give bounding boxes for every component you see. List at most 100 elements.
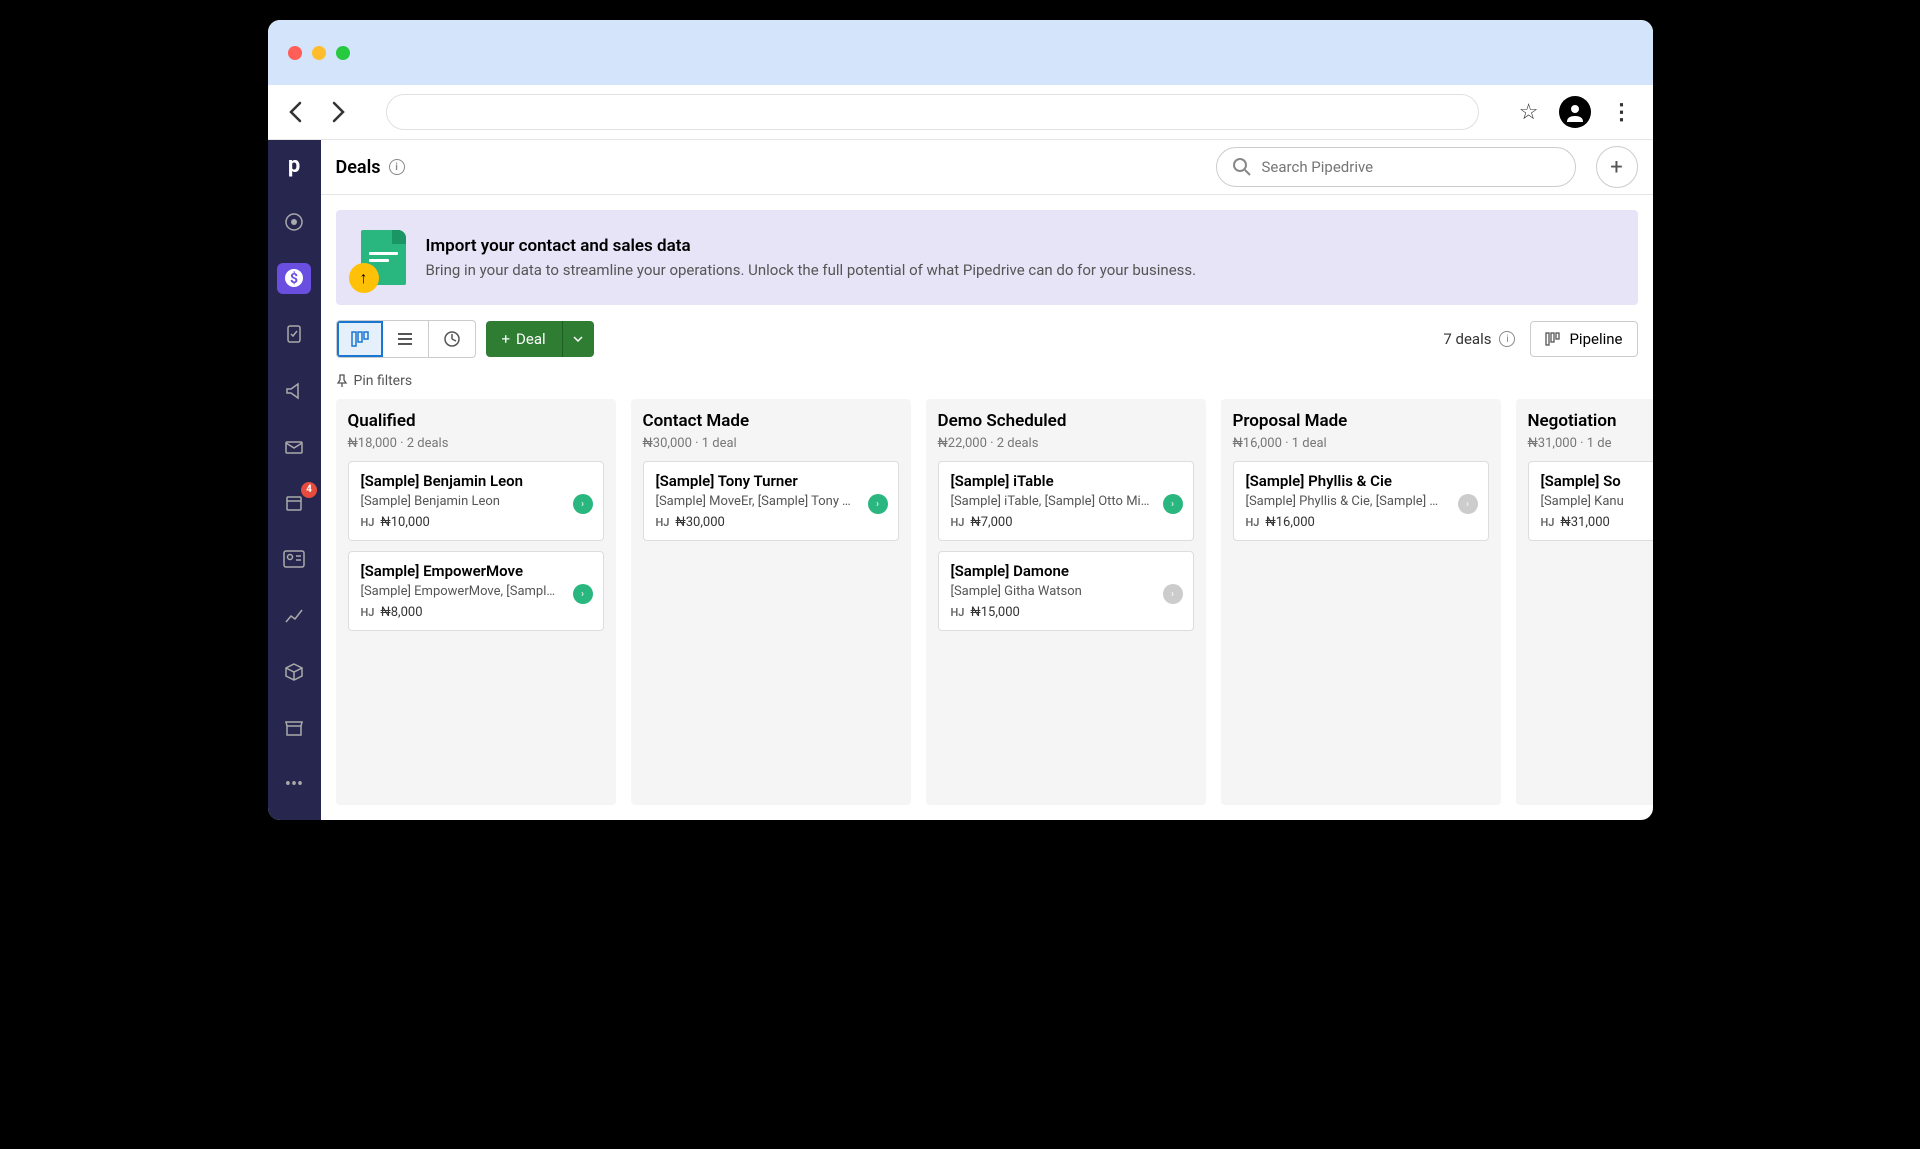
card-subtitle: [Sample] MoveEr, [Sample] Tony Turner — [656, 494, 886, 509]
card-subtitle: [Sample] iTable, [Sample] Otto Miller — [951, 494, 1181, 509]
forecast-view-button[interactable] — [429, 321, 475, 357]
chevron-down-icon — [573, 336, 583, 342]
pipeline-selector-label: Pipeline — [1569, 330, 1622, 348]
maximize-window-button[interactable] — [336, 46, 350, 60]
back-button[interactable] — [288, 101, 302, 123]
deals-info-icon[interactable]: i — [1499, 331, 1515, 347]
megaphone-icon — [284, 381, 304, 401]
pin-filters[interactable]: Pin filters — [321, 373, 1653, 399]
sidebar-item-marketplace[interactable] — [277, 713, 311, 744]
window-titlebar — [268, 20, 1653, 85]
card-title: [Sample] iTable — [951, 472, 1181, 490]
pipeline-view-button[interactable] — [337, 321, 383, 357]
sidebar-more-button[interactable]: ••• — [277, 769, 311, 800]
card-subtitle: [Sample] EmpowerMove, [Sample] Gi... — [361, 584, 591, 599]
search-box[interactable] — [1216, 147, 1576, 187]
kanban-toolbar: + Deal 7 deals i Pipeline — [321, 320, 1653, 373]
kanban-column: Proposal Made ₦16,000 · 1 deal [Sample] … — [1221, 399, 1501, 805]
card-title: [Sample] Tony Turner — [656, 472, 886, 490]
target-icon — [284, 212, 304, 232]
sidebar-item-products[interactable] — [277, 656, 311, 687]
kanban-board[interactable]: Qualified ₦18,000 · 2 deals [Sample] Ben… — [321, 399, 1653, 820]
toolbar-right: 7 deals i Pipeline — [1443, 321, 1637, 357]
card-status-icon: › — [1163, 584, 1183, 604]
owner-badge: HJ — [951, 516, 965, 529]
deal-card[interactable]: [Sample] Phyllis & Cie [Sample] Phyllis … — [1233, 461, 1489, 541]
minimize-window-button[interactable] — [312, 46, 326, 60]
forecast-icon — [443, 330, 461, 348]
pipeline-selector-icon — [1545, 331, 1561, 347]
sidebar-item-projects[interactable] — [277, 319, 311, 350]
column-title: Qualified — [348, 411, 604, 431]
kanban-column: Negotiation ₦31,000 · 1 de [Sample] So [… — [1516, 399, 1653, 805]
store-icon — [284, 718, 304, 738]
pin-filters-label: Pin filters — [354, 373, 413, 389]
column-meta: ₦30,000 · 1 deal — [643, 436, 899, 451]
search-input[interactable] — [1262, 158, 1560, 176]
card-value: HJ ₦10,000 — [361, 515, 591, 530]
sidebar-item-mail[interactable] — [277, 431, 311, 462]
card-subtitle: [Sample] Githa Watson — [951, 584, 1181, 599]
card-amount: ₦8,000 — [380, 605, 422, 620]
card-amount: ₦15,000 — [970, 605, 1019, 620]
browser-actions: ☆ ⋮ — [1519, 96, 1633, 128]
page-title-text: Deals — [336, 157, 381, 178]
sidebar-item-campaigns[interactable] — [277, 375, 311, 406]
svg-text:$: $ — [290, 270, 298, 287]
sidebar-item-insights[interactable] — [277, 600, 311, 631]
kanban-column: Qualified ₦18,000 · 2 deals [Sample] Ben… — [336, 399, 616, 805]
card-value: HJ ₦8,000 — [361, 605, 591, 620]
deal-card[interactable]: [Sample] iTable [Sample] iTable, [Sample… — [938, 461, 1194, 541]
owner-badge: HJ — [1246, 516, 1260, 529]
url-bar[interactable] — [386, 94, 1479, 130]
column-meta: ₦18,000 · 2 deals — [348, 436, 604, 451]
deal-card[interactable]: [Sample] Damone [Sample] Githa Watson HJ… — [938, 551, 1194, 631]
dollar-icon: $ — [284, 268, 304, 288]
profile-icon[interactable] — [1559, 96, 1591, 128]
card-value: HJ ₦30,000 — [656, 515, 886, 530]
pipeline-icon — [351, 330, 369, 348]
contact-card-icon — [283, 550, 305, 568]
column-title: Demo Scheduled — [938, 411, 1194, 431]
close-window-button[interactable] — [288, 46, 302, 60]
info-icon[interactable]: i — [389, 159, 405, 175]
card-title: [Sample] EmpowerMove — [361, 562, 591, 580]
kanban-column: Contact Made ₦30,000 · 1 deal [Sample] T… — [631, 399, 911, 805]
banner-icon: ↑ — [361, 230, 406, 285]
upload-icon: ↑ — [349, 263, 379, 293]
add-button[interactable]: + — [1596, 146, 1638, 188]
deal-card[interactable]: [Sample] Benjamin Leon [Sample] Benjamin… — [348, 461, 604, 541]
owner-badge: HJ — [951, 606, 965, 619]
topbar: Deals i + — [321, 140, 1653, 195]
search-icon — [1232, 157, 1252, 177]
pipeline-selector[interactable]: Pipeline — [1530, 321, 1637, 357]
browser-window: ☆ ⋮ p $ 4 — [268, 20, 1653, 820]
more-menu-icon[interactable]: ⋮ — [1611, 100, 1633, 125]
mail-icon — [284, 437, 304, 457]
page-title: Deals i — [336, 157, 405, 178]
list-view-button[interactable] — [383, 321, 429, 357]
sidebar-item-leads[interactable] — [277, 206, 311, 237]
deal-card[interactable]: [Sample] So [Sample] Kanu HJ ₦31,000 — [1528, 461, 1653, 541]
deal-card[interactable]: [Sample] Tony Turner [Sample] MoveEr, [S… — [643, 461, 899, 541]
card-subtitle: [Sample] Benjamin Leon — [361, 494, 591, 509]
import-banner: ↑ Import your contact and sales data Bri… — [336, 210, 1638, 305]
column-meta: ₦16,000 · 1 deal — [1233, 436, 1489, 451]
deal-dropdown-button[interactable] — [562, 321, 594, 357]
add-deal-button[interactable]: + Deal — [486, 321, 562, 357]
app-body: p $ 4 — [268, 140, 1653, 820]
bookmark-icon[interactable]: ☆ — [1519, 100, 1539, 125]
activities-badge: 4 — [301, 482, 317, 498]
box-icon — [284, 662, 304, 682]
forward-button[interactable] — [332, 101, 346, 123]
deal-card[interactable]: [Sample] EmpowerMove [Sample] EmpowerMov… — [348, 551, 604, 631]
list-icon — [396, 330, 414, 348]
sidebar-item-activities[interactable]: 4 — [277, 488, 311, 519]
banner-subtitle: Bring in your data to streamline your op… — [426, 261, 1197, 279]
sidebar-item-deals[interactable]: $ — [277, 263, 311, 294]
chart-icon — [284, 606, 304, 626]
kanban-column: Demo Scheduled ₦22,000 · 2 deals [Sample… — [926, 399, 1206, 805]
sidebar-item-contacts[interactable] — [277, 544, 311, 575]
owner-badge: HJ — [1541, 516, 1555, 529]
sidebar-logo[interactable]: p — [277, 150, 311, 181]
